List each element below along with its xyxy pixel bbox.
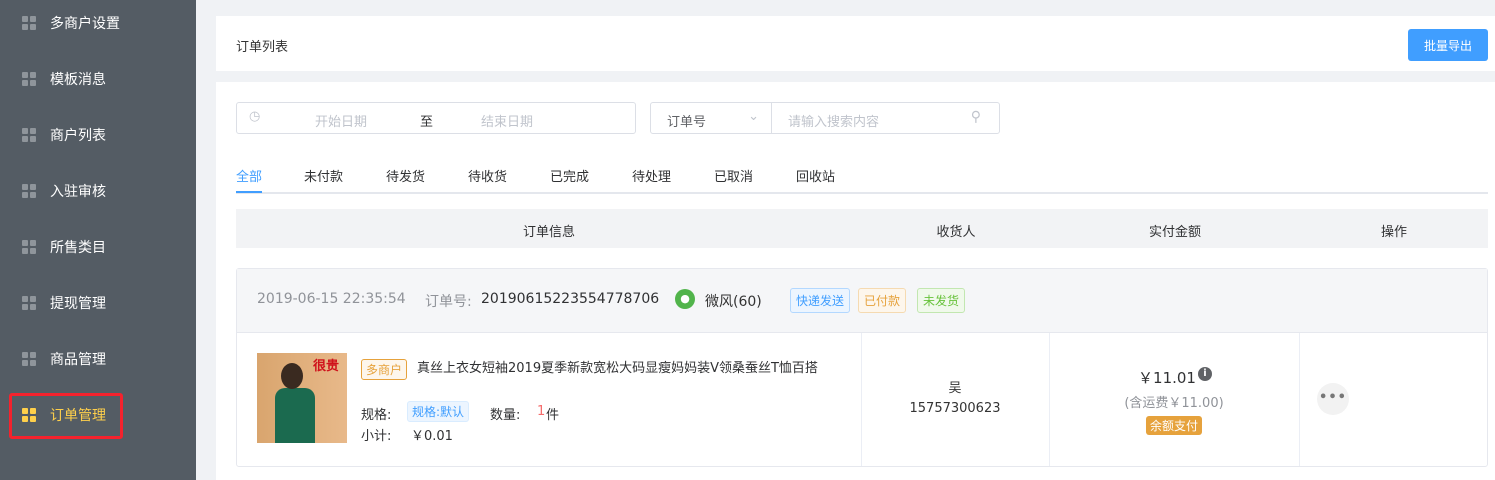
sidebar-item-label: 多商户设置	[50, 16, 120, 32]
order-header: 2019-06-15 22:35:54 订单号: 201906152235547…	[237, 269, 1487, 333]
search-type-select[interactable]: 订单号 ⌄	[651, 103, 772, 133]
badge-delivery: 快递发送	[790, 288, 851, 313]
order-no-label: 订单号:	[425, 294, 472, 310]
payment-method-badge: 余额支付	[1145, 416, 1203, 435]
tab-unpaid[interactable]: 未付款	[304, 166, 343, 185]
tab-all[interactable]: 全部	[236, 166, 263, 193]
sidebar-item-label: 所售类目	[50, 240, 106, 256]
status-tabs: 全部 未付款 待发货 待收货 已完成 待处理 已取消 回收站	[236, 166, 1488, 194]
qty-label: 数量:	[490, 408, 521, 423]
sidebar-item-withdrawals[interactable]: 提现管理	[0, 275, 196, 331]
start-date-input[interactable]: 开始日期	[315, 111, 367, 130]
order-panel: ◷ 开始日期 至 结束日期 订单号 ⌄ 请输入搜索内容 ⚲ 全部 未付款 待发货 …	[216, 82, 1495, 480]
date-separator: 至	[420, 115, 434, 130]
sidebar-item-label: 入驻审核	[50, 184, 106, 200]
product-image-text: 很贵	[313, 359, 340, 374]
chevron-down-icon: ⌄	[748, 109, 759, 124]
badge-not-shipped: 未发货	[917, 288, 966, 313]
column-order-info: 订单信息	[522, 225, 576, 240]
info-icon[interactable]: i	[1198, 367, 1212, 381]
subtotal-value: ￥0.01	[411, 429, 453, 444]
search-type-value: 订单号	[667, 115, 707, 130]
clock-icon: ◷	[249, 109, 261, 124]
spec-label: 规格:	[361, 408, 392, 423]
product-image[interactable]: 很贵	[257, 353, 347, 443]
sidebar: 多商户设置 模板消息 商户列表 入驻审核 所售类目 提现管理 商品管理 订单管理	[0, 0, 196, 480]
column-recipient: 收货人	[936, 225, 976, 240]
sidebar-item-categories[interactable]: 所售类目	[0, 219, 196, 275]
head-graphic	[281, 363, 303, 389]
total-amount: ￥11.01	[1138, 369, 1196, 387]
tab-recycle-bin[interactable]: 回收站	[796, 166, 835, 185]
product-name[interactable]: 真丝上衣女短袖2019夏季新款宽松大码显瘦妈妈装V领桑蚕丝T恤百搭	[361, 359, 841, 378]
sidebar-item-multi-merchant-settings[interactable]: 多商户设置	[0, 0, 196, 51]
tab-pending[interactable]: 待处理	[632, 166, 671, 185]
buyer-name[interactable]: 微风(60)	[705, 291, 762, 311]
end-date-input[interactable]: 结束日期	[481, 111, 533, 130]
grid-icon	[22, 128, 36, 142]
sidebar-item-onboarding-review[interactable]: 入驻审核	[0, 163, 196, 219]
subtotal-label: 小计:	[361, 429, 392, 444]
recipient-name: 吴	[948, 381, 962, 396]
sidebar-item-label: 模板消息	[50, 72, 106, 88]
search-group: 订单号 ⌄ 请输入搜索内容 ⚲	[650, 102, 1000, 134]
shirt-graphic	[275, 388, 315, 443]
sidebar-item-label: 提现管理	[50, 296, 106, 312]
grid-icon	[22, 16, 36, 30]
qty-unit: 件	[546, 408, 560, 423]
search-input[interactable]: 请输入搜索内容	[788, 111, 879, 130]
shipping-fee: (含运费￥11.00)	[1124, 396, 1224, 411]
date-range-picker[interactable]: ◷ 开始日期 至 结束日期	[236, 102, 636, 134]
grid-icon	[22, 296, 36, 310]
wechat-icon: ●	[675, 289, 695, 309]
order-time: 2019-06-15 22:35:54	[257, 291, 406, 307]
qty-value: 1	[537, 404, 546, 419]
tab-to-ship[interactable]: 待发货	[386, 166, 425, 185]
search-icon[interactable]: ⚲	[971, 109, 981, 125]
grid-icon	[22, 72, 36, 86]
sidebar-item-template-messages[interactable]: 模板消息	[0, 51, 196, 107]
highlight-box	[9, 393, 123, 439]
sidebar-item-label: 商户列表	[50, 128, 106, 144]
sidebar-item-label: 商品管理	[50, 352, 106, 368]
order-no: 20190615223554778706	[481, 291, 660, 307]
more-actions-button[interactable]: •••	[1317, 383, 1349, 415]
page-title: 订单列表	[236, 40, 289, 55]
tab-completed[interactable]: 已完成	[550, 166, 589, 185]
tab-to-receive[interactable]: 待收货	[468, 166, 507, 185]
grid-icon	[22, 240, 36, 254]
column-amount: 实付金额	[1148, 225, 1202, 240]
recipient-phone: 15757300623	[909, 401, 1001, 416]
grid-icon	[22, 184, 36, 198]
grid-icon	[22, 352, 36, 366]
sidebar-item-merchant-list[interactable]: 商户列表	[0, 107, 196, 163]
table-header: 订单信息 收货人 实付金额 操作	[236, 209, 1488, 248]
column-actions: 操作	[1380, 225, 1408, 240]
badge-paid: 已付款	[858, 288, 907, 313]
header-card: 订单列表 批量导出	[216, 16, 1495, 71]
spec-value: 规格:默认	[407, 401, 470, 422]
export-button[interactable]: 批量导出	[1408, 29, 1488, 61]
order-card: 2019-06-15 22:35:54 订单号: 201906152235547…	[236, 268, 1488, 467]
tab-cancelled[interactable]: 已取消	[714, 166, 753, 185]
order-body: 很贵 多商户 真丝上衣女短袖2019夏季新款宽松大码显瘦妈妈装V领桑蚕丝T恤百搭…	[237, 333, 1487, 466]
sidebar-item-products[interactable]: 商品管理	[0, 331, 196, 387]
